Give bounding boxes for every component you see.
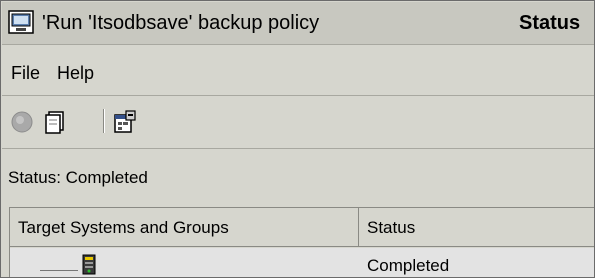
window-app-icon [8,10,34,34]
window-title: 'Run 'Itsodbsave' backup policy [42,12,320,34]
menu-bar: File Help [2,45,594,96]
targets-table: Target Systems and Groups Status Complet… [9,207,594,277]
status-text: Status: Completed [8,168,148,187]
run-backup-policy-status-window: 'Run 'Itsodbsave' backup policy Status F… [0,0,595,278]
table-row[interactable]: Completed [10,248,594,277]
menu-file[interactable]: File [11,63,40,84]
properties-icon[interactable] [112,109,138,135]
column-header-status[interactable]: Status [359,208,594,247]
document-icon[interactable] [42,109,68,135]
window-title-status: Status [519,12,581,34]
menu-help[interactable]: Help [57,63,94,84]
system-node-icon [82,254,96,276]
stop-icon[interactable] [9,109,35,135]
title-bar[interactable]: 'Run 'Itsodbsave' backup policy Status [2,2,594,45]
column-header-target[interactable]: Target Systems and Groups [10,208,359,247]
toolbar-separator [103,109,104,133]
tree-connector-line [40,270,78,271]
toolbar [2,96,594,149]
row-status-cell: Completed [367,256,450,275]
